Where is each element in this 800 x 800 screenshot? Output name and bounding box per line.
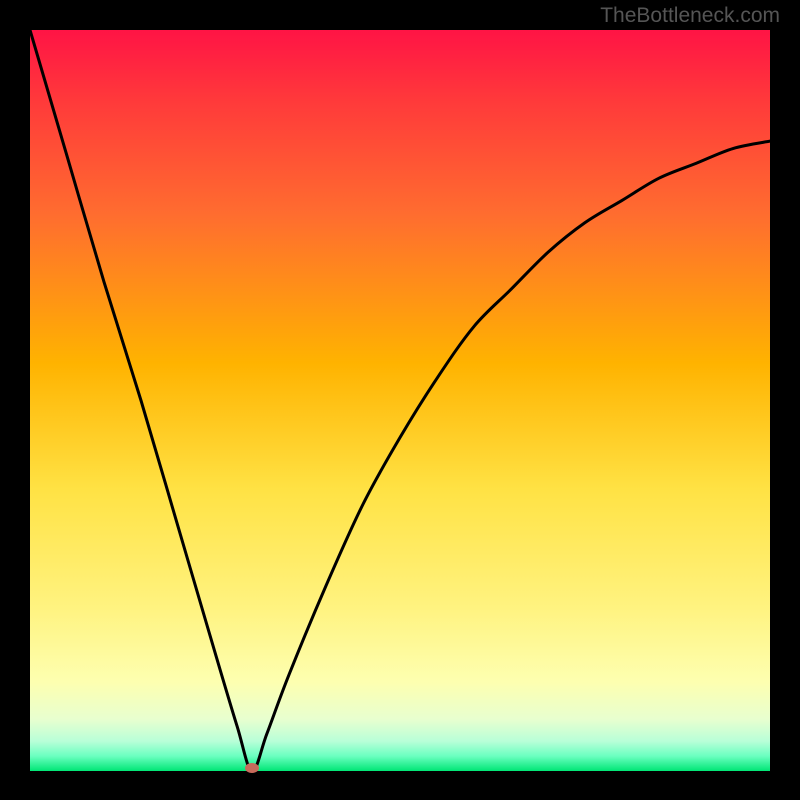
chart-container: TheBottleneck.com	[0, 0, 800, 800]
plot-svg	[30, 30, 770, 771]
plot-area	[30, 30, 770, 771]
optimal-marker	[245, 763, 259, 773]
watermark-text: TheBottleneck.com	[600, 4, 780, 28]
